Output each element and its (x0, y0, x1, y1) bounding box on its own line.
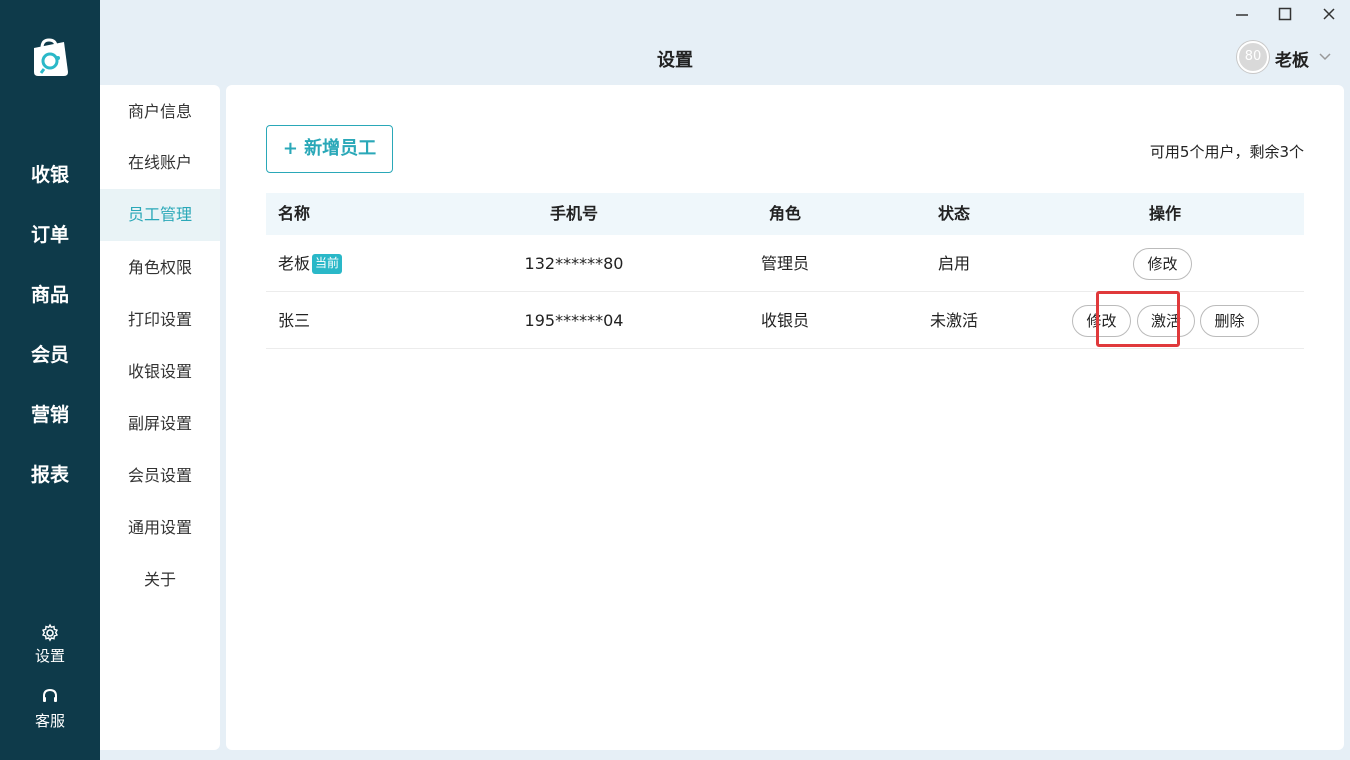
user-quota-text: 可用5个用户，剩余3个 (1149, 143, 1304, 161)
submenu-item-print-settings[interactable]: 打印设置 (100, 294, 220, 346)
staff-role: 收银员 (760, 311, 809, 330)
minimize-button[interactable] (1231, 6, 1253, 28)
nav-settings-button[interactable]: 设置 (0, 623, 100, 666)
gear-icon (0, 623, 100, 645)
chevron-down-icon[interactable] (1317, 48, 1333, 64)
staff-management-panel: + 新增员工 可用5个用户，剩余3个 名称 手机号 角色 状态 操作 老板 当前 … (226, 85, 1344, 750)
nav-settings-label: 设置 (34, 647, 65, 665)
add-staff-button[interactable]: + 新增员工 (266, 125, 393, 173)
nav-item-marketing[interactable]: 营销 (0, 400, 100, 427)
minimize-icon (1236, 14, 1248, 16)
staff-status: 启用 (937, 254, 970, 273)
column-header-status: 状态 (937, 204, 970, 223)
submenu-item-general-settings[interactable]: 通用设置 (100, 502, 220, 554)
submenu-item-about[interactable]: 关于 (100, 554, 220, 606)
submenu-item-role-permissions[interactable]: 角色权限 (100, 242, 220, 294)
column-header-role: 角色 (768, 204, 801, 223)
highlight-box (1096, 291, 1180, 347)
headset-icon (0, 688, 100, 710)
table-row: 张三 195******04 收银员 未激活 修改 激活 删除 (266, 291, 1304, 349)
staff-status: 未激活 (929, 311, 978, 330)
avatar[interactable]: 80 (1237, 41, 1269, 73)
nav-item-orders[interactable]: 订单 (0, 220, 100, 247)
current-user-badge: 当前 (312, 254, 343, 274)
submenu-item-online-account[interactable]: 在线账户 (100, 137, 220, 189)
submenu-item-staff-management[interactable]: 员工管理 (100, 189, 220, 241)
nav-support-label: 客服 (34, 712, 65, 730)
edit-button[interactable]: 修改 (1133, 248, 1192, 280)
nav-item-reports[interactable]: 报表 (0, 460, 100, 487)
staff-name-cell: 老板 当前 (278, 235, 343, 292)
column-header-actions: 操作 (1148, 204, 1181, 223)
staff-phone: 132******80 (524, 254, 624, 273)
table-header: 名称 手机号 角色 状态 操作 (266, 193, 1304, 235)
staff-phone: 195******04 (524, 311, 624, 330)
staff-role: 管理员 (760, 254, 809, 273)
maximize-icon (1278, 7, 1292, 21)
submenu-item-merchant-info[interactable]: 商户信息 (100, 86, 220, 138)
nav-item-cashier[interactable]: 收银 (0, 160, 100, 187)
delete-button[interactable]: 删除 (1200, 305, 1259, 337)
left-navigation: 收银 订单 商品 会员 营销 报表 设置 客服 (0, 0, 100, 760)
column-header-phone: 手机号 (549, 204, 598, 223)
user-name[interactable]: 老板 (1275, 46, 1309, 71)
nav-item-products[interactable]: 商品 (0, 280, 100, 307)
submenu-item-member-settings[interactable]: 会员设置 (100, 450, 220, 502)
settings-submenu: 商户信息 在线账户 员工管理 角色权限 打印设置 收银设置 副屏设置 会员设置 … (100, 85, 220, 750)
close-icon (1323, 8, 1335, 20)
table-row: 老板 当前 132******80 管理员 启用 修改 (266, 235, 1304, 292)
submenu-item-secondary-screen[interactable]: 副屏设置 (100, 398, 220, 450)
maximize-button[interactable] (1274, 6, 1296, 28)
page-title: 设置 (657, 50, 693, 71)
staff-name: 张三 (278, 311, 311, 330)
app-logo-icon (28, 36, 72, 80)
staff-name: 老板 (278, 254, 311, 273)
nav-item-members[interactable]: 会员 (0, 340, 100, 367)
close-window-button[interactable] (1318, 6, 1340, 28)
column-header-name: 名称 (278, 204, 311, 223)
nav-support-button[interactable]: 客服 (0, 688, 100, 731)
submenu-item-cashier-settings[interactable]: 收银设置 (100, 346, 220, 398)
